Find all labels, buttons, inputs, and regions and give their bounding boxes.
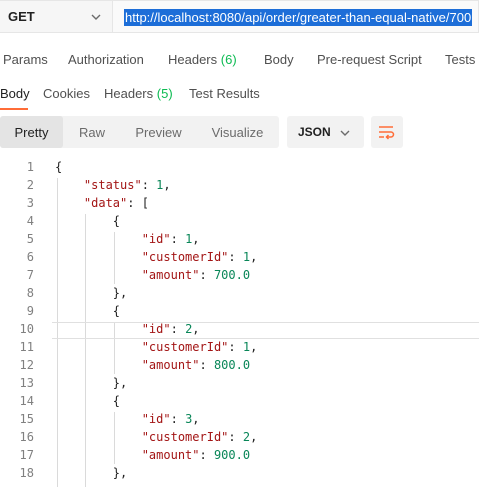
- code-text: "data": [: [83, 196, 149, 210]
- code-line: 6 "customerId": 1,: [0, 248, 479, 266]
- code-line: 16 "customerId": 2,: [0, 428, 479, 446]
- code-text: },: [55, 286, 128, 300]
- line-number: 9: [26, 304, 34, 318]
- line-number: 15: [19, 412, 34, 426]
- line-number: 2: [26, 178, 34, 192]
- wrap-lines-icon: [379, 126, 395, 140]
- code-line: 1{: [0, 158, 479, 176]
- tab-label: Pre-request Script: [317, 52, 422, 67]
- tab-label: Authorization: [68, 52, 144, 67]
- code-line: 3 "data": [: [0, 194, 479, 212]
- tab-headers[interactable]: Headers (6): [168, 52, 237, 67]
- view-visualize-button[interactable]: Visualize: [196, 116, 279, 148]
- code-line: 10 "id": 2,: [0, 320, 479, 338]
- line-number: 6: [26, 250, 34, 264]
- code-text: {: [55, 214, 121, 228]
- code-text: },: [55, 376, 128, 390]
- code-line: 14 {: [0, 392, 479, 410]
- chevron-down-icon: [91, 14, 101, 20]
- code-line: 18 },: [0, 464, 479, 482]
- code-line: 4 {: [0, 212, 479, 230]
- code-text: "customerId": 1,: [141, 340, 258, 354]
- code-line: 5 "id": 1,: [0, 230, 479, 248]
- code-text: "id": 1,: [141, 232, 200, 246]
- tab-label: Body: [264, 52, 294, 67]
- response-tab-body[interactable]: Body: [0, 86, 30, 101]
- tab-label: Headers: [168, 52, 218, 67]
- code-text: "amount": 700.0: [141, 268, 251, 282]
- line-number: 1: [26, 160, 34, 174]
- request-tabs: Params Authorization Headers (6) Body Pr…: [0, 44, 479, 74]
- code-line: 13 },: [0, 374, 479, 392]
- tab-label: Cookies: [43, 86, 90, 101]
- code-text: {: [55, 304, 121, 318]
- code-text: },: [55, 466, 128, 480]
- code-text: "amount": 900.0: [141, 448, 251, 462]
- line-number: 11: [19, 340, 34, 354]
- tab-count: (5): [156, 86, 173, 101]
- view-raw-button[interactable]: Raw: [63, 116, 121, 148]
- code-line: 11 "customerId": 1,: [0, 338, 479, 356]
- method-label: GET: [8, 9, 35, 24]
- wrap-lines-button[interactable]: [371, 116, 403, 148]
- code-text: "customerId": 1,: [141, 250, 258, 264]
- url-input[interactable]: http://localhost:8080/api/order/greater-…: [113, 0, 479, 33]
- response-tabs: Body Cookies Headers (5) Test Results: [0, 78, 479, 112]
- code-line: 2 "status": 1,: [0, 176, 479, 194]
- tab-label: Params: [3, 52, 48, 67]
- format-label: JSON: [298, 125, 331, 139]
- tab-count: (6): [220, 52, 237, 67]
- line-number: 16: [19, 430, 34, 444]
- request-bar: GET http://localhost:8080/api/order/grea…: [0, 0, 479, 34]
- line-number: 12: [19, 358, 34, 372]
- response-tab-cookies[interactable]: Cookies: [43, 86, 90, 101]
- line-number: 8: [26, 286, 34, 300]
- line-number: 4: [26, 214, 34, 228]
- line-number: 18: [19, 466, 34, 480]
- code-line: 7 "amount": 700.0: [0, 266, 479, 284]
- code-line: 15 "id": 3,: [0, 410, 479, 428]
- method-select[interactable]: GET: [0, 0, 113, 33]
- tab-params[interactable]: Params: [3, 52, 48, 67]
- code-text: "id": 3,: [141, 412, 200, 426]
- tab-label: Headers: [104, 86, 154, 101]
- code-line: 9 {: [0, 302, 479, 320]
- tab-label: Tests: [445, 52, 476, 67]
- chevron-down-icon: [340, 130, 350, 136]
- tab-label: Body: [0, 86, 30, 101]
- tab-tests[interactable]: Tests: [445, 52, 475, 67]
- tab-body[interactable]: Body: [264, 52, 294, 67]
- code-text: "customerId": 2,: [141, 430, 258, 444]
- code-line: 8 },: [0, 284, 479, 302]
- tab-pre-request-script[interactable]: Pre-request Script: [317, 52, 422, 67]
- view-preview-button[interactable]: Preview: [121, 116, 196, 148]
- code-text: "status": 1,: [83, 178, 171, 192]
- code-line: 12 "amount": 800.0: [0, 356, 479, 374]
- format-select[interactable]: JSON: [287, 116, 364, 148]
- code-text: {: [55, 394, 121, 408]
- code-text: "amount": 800.0: [141, 358, 251, 372]
- view-mode-group: Pretty Raw Preview Visualize: [0, 116, 279, 148]
- response-tab-test-results[interactable]: Test Results: [189, 86, 260, 101]
- code-text: {: [55, 160, 63, 174]
- line-number: 7: [26, 268, 34, 282]
- line-number: 13: [19, 376, 34, 390]
- tab-label: Test Results: [189, 86, 260, 101]
- response-tab-headers[interactable]: Headers (5): [104, 86, 173, 101]
- line-number: 3: [26, 196, 34, 210]
- code-text: "id": 2,: [141, 322, 200, 336]
- response-body-editor[interactable]: 1{2 "status": 1, 3 "data": [4 {5 "id": 1,…: [0, 158, 479, 487]
- tab-authorization[interactable]: Authorization: [68, 52, 144, 67]
- line-number: 14: [19, 394, 34, 408]
- line-number: 5: [26, 232, 34, 246]
- view-pretty-button[interactable]: Pretty: [0, 116, 63, 148]
- url-text: http://localhost:8080/api/order/greater-…: [124, 9, 473, 26]
- active-tab-indicator: [0, 108, 28, 110]
- line-number: 10: [19, 322, 34, 336]
- line-number: 17: [19, 448, 34, 462]
- code-line: 17 "amount": 900.0: [0, 446, 479, 464]
